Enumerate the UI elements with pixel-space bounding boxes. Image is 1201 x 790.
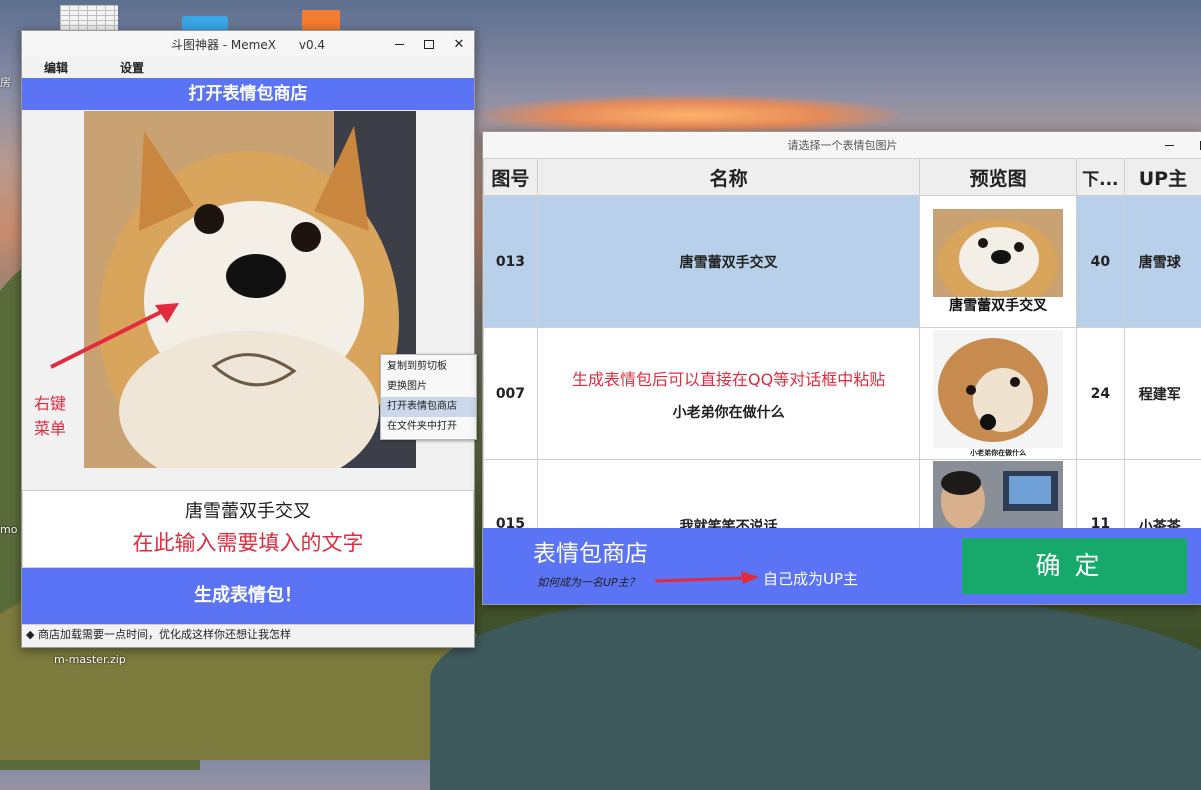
cell-downloads: 40	[1076, 196, 1124, 328]
col-header-downloads[interactable]: 下...	[1076, 159, 1124, 196]
confirm-button[interactable]: 确定	[962, 538, 1187, 594]
caption-text: 唐雪蕾双手交叉	[23, 491, 473, 523]
meme-thumbnail	[933, 461, 1063, 528]
ctx-copy-clipboard[interactable]: 复制到剪切板	[381, 357, 476, 377]
shop-title: 表情包商店	[533, 534, 648, 568]
annotation-arrow-icon	[47, 295, 187, 375]
cell-downloads: 24	[1076, 328, 1124, 460]
caption-input[interactable]: 唐雪蕾双手交叉 在此输入需要填入的文字	[22, 490, 474, 568]
window-titlebar[interactable]: 斗图神器 - MemeX v0.4 ✕	[22, 31, 474, 57]
thumbnail-caption: 小老弟你在做什么	[921, 448, 1075, 458]
desktop-icon-label: mo	[0, 523, 17, 536]
cell-up: 小茶茶	[1124, 460, 1201, 529]
menu-edit[interactable]: 编辑	[44, 59, 68, 76]
ctx-open-shop[interactable]: 打开表情包商店	[381, 397, 476, 417]
desktop-folder-icon[interactable]	[182, 16, 228, 30]
maximize-icon[interactable]	[422, 37, 436, 51]
meme-table: 图号 名称 预览图 下... UP主 013 唐雪蕾双手交叉	[483, 158, 1201, 528]
col-header-preview[interactable]: 预览图	[920, 159, 1077, 196]
cell-name: 唐雪蕾双手交叉	[537, 196, 919, 328]
wallpaper-sunset-glow	[480, 95, 900, 135]
meme-image[interactable]	[84, 111, 416, 468]
meme-thumbnail	[933, 209, 1063, 297]
thumbnail-caption: 唐雪蕾双手交叉	[943, 297, 1053, 315]
shop-footer: 表情包商店 如何成为一名UP主？ 自己成为UP主 确定	[483, 528, 1201, 604]
minimize-icon[interactable]	[392, 37, 406, 51]
cell-name: 我就笑笑不说话	[537, 460, 919, 529]
desktop-icon-label: 房	[0, 74, 11, 90]
table-row[interactable]: 015 我就笑笑不说话 11 小茶茶	[484, 460, 1201, 529]
minimize-icon[interactable]	[1162, 138, 1176, 152]
cell-up: 唐雪球	[1124, 196, 1201, 328]
context-menu: 复制到剪切板 更换图片 打开表情包商店 在文件夹中打开	[380, 354, 477, 440]
caption-hint: 在此输入需要填入的文字	[23, 523, 473, 557]
meme-shop-window: 请选择一个表情包图片 图号 名称 预览图 下... UP主 013 唐雪蕾双手交…	[482, 131, 1201, 605]
close-icon[interactable]: ✕	[452, 37, 466, 51]
table-row[interactable]: 007 生成表情包后可以直接在QQ等对话框中粘贴 小老弟你在做什么	[484, 328, 1201, 460]
desktop-document-icon[interactable]	[302, 10, 340, 30]
menu-settings[interactable]: 设置	[120, 59, 144, 76]
cell-name: 生成表情包后可以直接在QQ等对话框中粘贴 小老弟你在做什么	[537, 328, 919, 460]
cell-up: 程建军	[1124, 328, 1201, 460]
ctx-open-folder[interactable]: 在文件夹中打开	[381, 417, 476, 437]
cell-downloads: 11	[1076, 460, 1124, 529]
annotation-become-up: 自己成为UP主	[763, 568, 858, 589]
wallpaper-lake	[430, 590, 1201, 790]
window-titlebar[interactable]: 请选择一个表情包图片	[483, 132, 1201, 158]
window-title: 请选择一个表情包图片	[788, 137, 898, 153]
cell-id: 013	[484, 196, 538, 328]
become-up-link[interactable]: 如何成为一名UP主？	[537, 574, 640, 590]
cell-name-text: 小老弟你在做什么	[539, 402, 918, 422]
status-bar: ◆ 商店加载需要一点时间，优化成这样你还想让我怎样	[22, 624, 474, 645]
open-shop-button[interactable]: 打开表情包商店	[22, 78, 474, 110]
meme-preview-area[interactable]: 右键 菜单 复制到剪切板 更换图片 打开表情包商店 在文件夹中打开	[22, 110, 474, 490]
table-header: 图号 名称 预览图 下... UP主	[484, 159, 1201, 196]
ctx-change-image[interactable]: 更换图片	[381, 377, 476, 397]
memex-main-window: 斗图神器 - MemeX v0.4 ✕ 编辑 设置 打开表情包商店	[21, 30, 475, 648]
generate-meme-button[interactable]: 生成表情包！	[22, 568, 474, 624]
cell-preview: 小老弟你在做什么	[920, 328, 1077, 460]
annotation-right-click: 右键 菜单	[34, 391, 66, 441]
annotation-paste-tip: 生成表情包后可以直接在QQ等对话框中粘贴	[539, 366, 918, 390]
table-row[interactable]: 013 唐雪蕾双手交叉 唐雪蕾双手交叉	[484, 196, 1201, 328]
desktop-zip-label[interactable]: m-master.zip	[54, 653, 126, 666]
col-header-up[interactable]: UP主	[1124, 159, 1201, 196]
desktop-spreadsheet-icon[interactable]	[60, 5, 118, 31]
cell-id: 015	[484, 460, 538, 529]
col-header-id[interactable]: 图号	[484, 159, 538, 196]
cell-preview	[920, 460, 1077, 529]
menu-bar: 编辑 设置	[22, 57, 474, 78]
col-header-name[interactable]: 名称	[537, 159, 919, 196]
window-title: 斗图神器 - MemeX v0.4	[171, 36, 325, 53]
annotation-text: 右键	[34, 391, 66, 416]
annotation-text: 菜单	[34, 416, 66, 441]
meme-thumbnail	[933, 330, 1063, 448]
cell-id: 007	[484, 328, 538, 460]
annotation-arrow-icon	[653, 571, 763, 587]
cell-preview: 唐雪蕾双手交叉	[920, 196, 1077, 328]
